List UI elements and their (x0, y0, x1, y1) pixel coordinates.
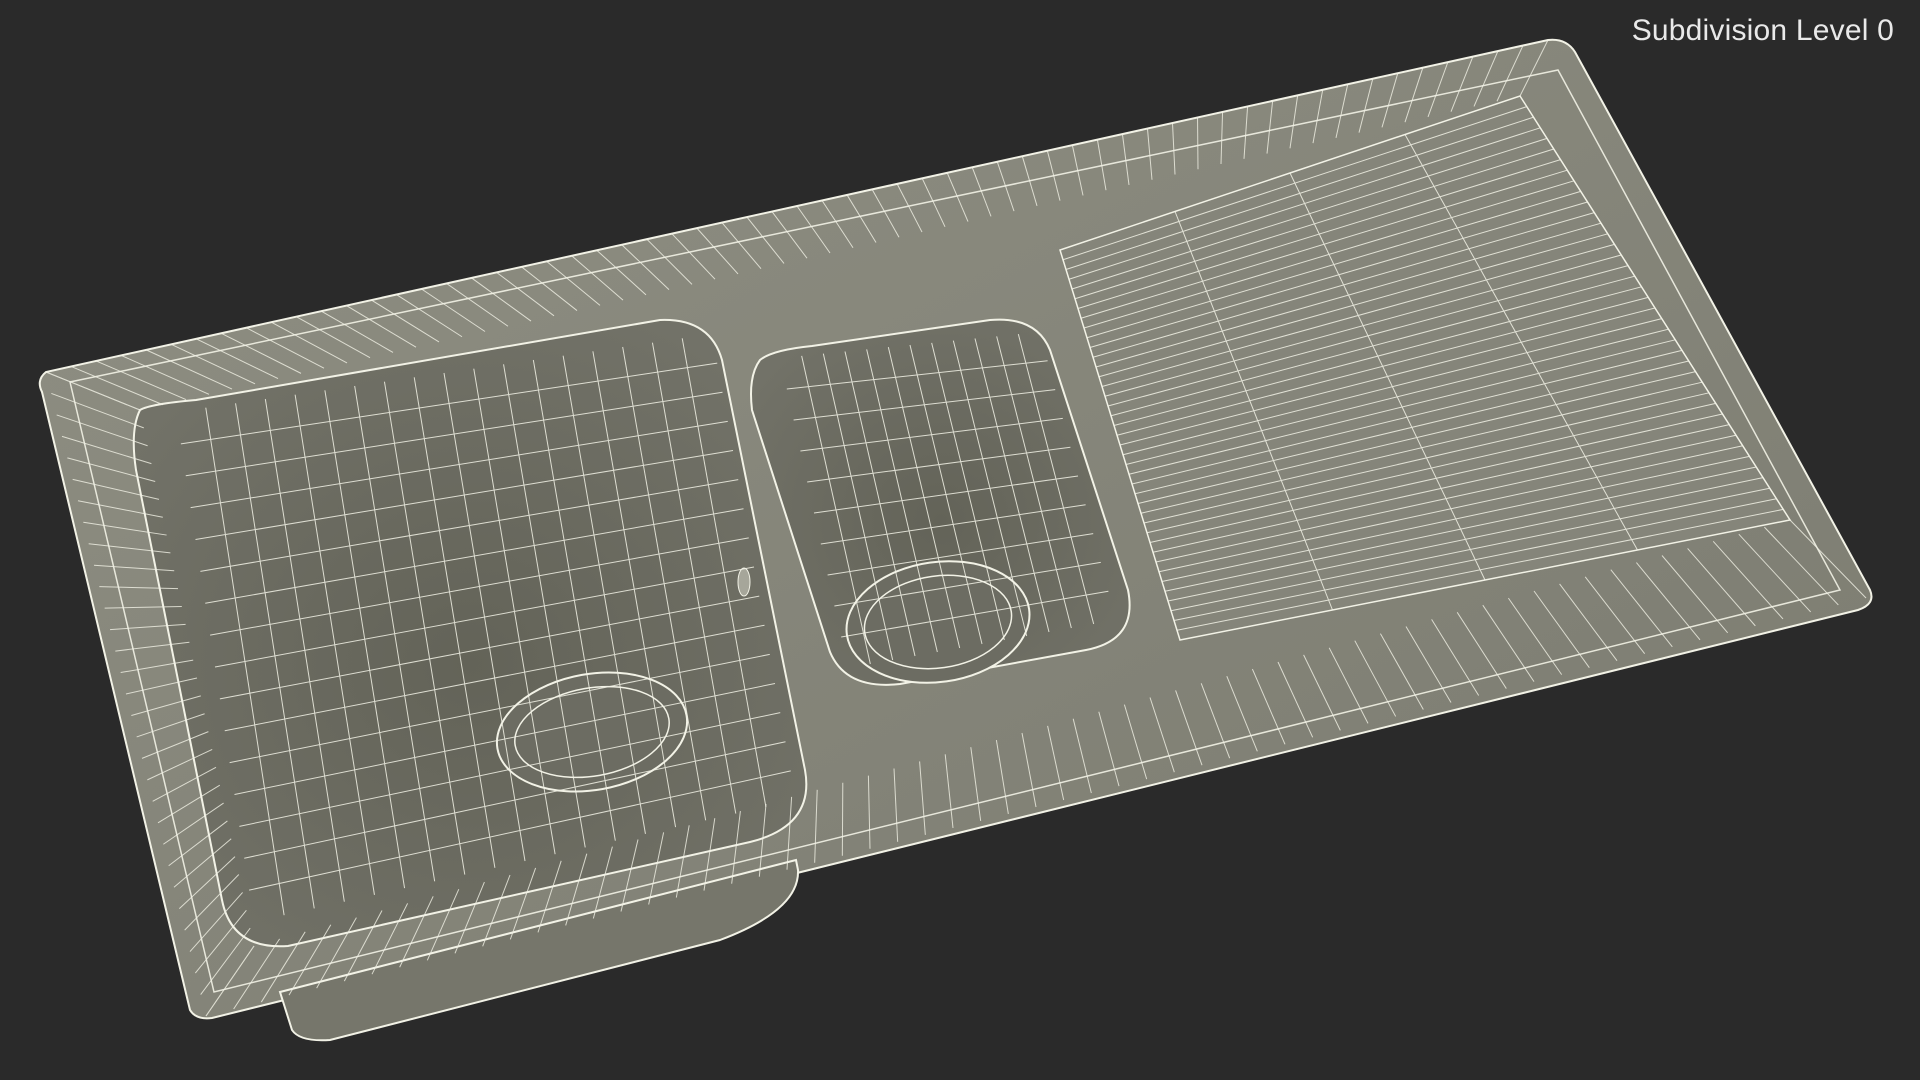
3d-viewport[interactable]: Subdivision Level 0 (0, 0, 1920, 1080)
overflow-hole (737, 567, 751, 597)
subdivision-level-label: Subdivision Level 0 (1631, 14, 1894, 47)
left-bowl (132, 318, 808, 948)
sink-wireframe-render (38, 38, 1873, 1042)
